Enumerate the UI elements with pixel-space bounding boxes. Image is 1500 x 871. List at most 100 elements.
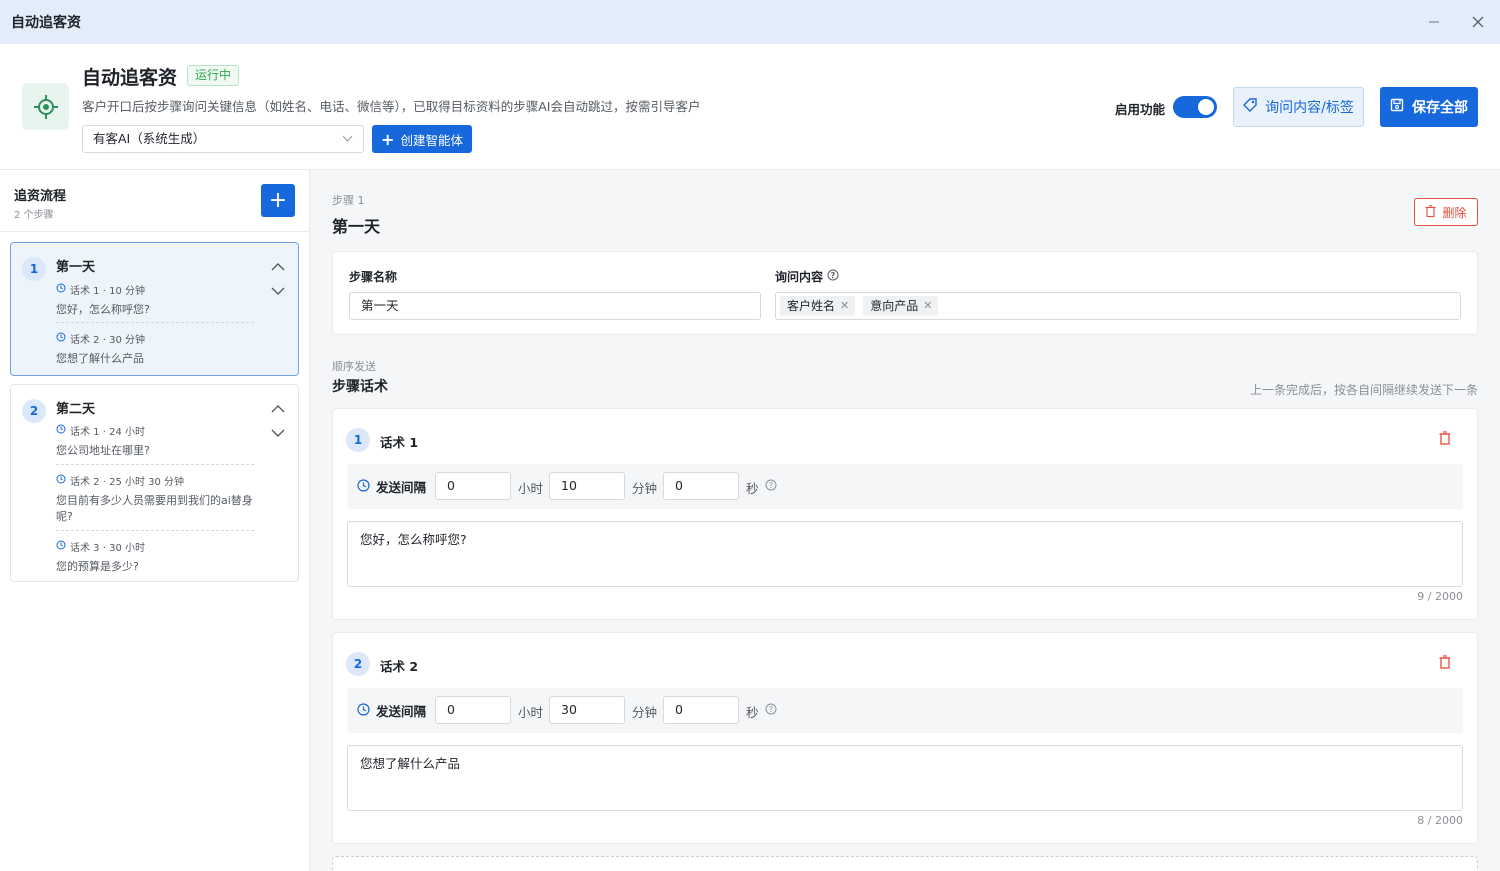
sequence-label: 顺序发送 [332,360,376,373]
sequence-note: 上一条完成后，按各自间隔继续发送下一条 [1249,383,1478,397]
clock-icon [56,540,66,553]
step-settings-panel: 步骤名称 第一天 询问内容 ? 客户姓名 ✕ 意向产品 ✕ [332,251,1478,335]
minutes-input[interactable]: 10 [549,472,625,500]
tag-chip: 客户姓名 ✕ [780,293,856,319]
message-meta: 话术 3 · 30 小时 [70,543,145,554]
trash-icon[interactable] [1439,431,1455,447]
hours-input[interactable]: 0 [435,696,511,724]
step-name: 第二天 [56,402,96,417]
trash-icon [1425,204,1436,220]
window-titlebar: 自动追客资 [0,0,1500,44]
step-message: 话术 1 · 10 分钟 您好，怎么称呼您? [56,282,256,318]
divider [56,464,254,465]
seconds-input[interactable]: 0 [663,696,739,724]
send-interval-bar: 发送间隔 0 小时 30 分钟 0 秒 ? [347,688,1463,733]
clock-icon [56,474,66,487]
tag-icon [1243,98,1257,116]
tag-chip: 意向产品 ✕ [863,293,939,319]
divider [56,322,254,323]
minutes-input[interactable]: 30 [549,696,625,724]
enable-toggle-label: 启用功能 [1115,102,1166,117]
ask-content-tags-button[interactable]: 询问内容/标签 [1233,87,1364,127]
divider [56,530,254,531]
clock-icon [357,478,370,495]
step-editor: 步骤 1 第一天 删除 步骤名称 第一天 询问内容 ? 客户姓名 ✕ 意向产品 ✕ … [310,170,1500,871]
step-message: 话术 3 · 30 小时 您的预算是多少? [56,539,256,575]
page-title: 自动追客资 [82,67,178,89]
chevron-down-icon[interactable] [270,425,286,441]
message-preview: 您想了解什么产品 [56,352,144,365]
svg-text:?: ? [769,705,773,714]
step-message: 话术 1 · 24 小时 您公司地址在哪里? [56,423,256,459]
agent-select[interactable]: 有客AI（系统生成） [82,125,364,153]
message-meta: 话术 1 · 24 小时 [70,427,145,438]
step-message: 话术 2 · 30 分钟 您想了解什么产品 [56,331,256,367]
step-title: 第一天 [332,217,381,236]
ask-content-tags-input[interactable]: 客户姓名 ✕ 意向产品 ✕ [775,292,1461,320]
help-icon[interactable]: ? [827,269,839,284]
target-icon [22,83,69,130]
plus-icon: + [268,188,288,213]
clock-icon [56,283,66,296]
unit-minute: 分钟 [632,481,658,496]
close-icon[interactable] [1466,10,1490,34]
enable-toggle[interactable] [1173,96,1217,118]
page-description: 客户开口后按步骤询问关键信息（如姓名、电话、微信等），已取得目标资料的步骤AI会… [82,99,701,114]
create-agent-button[interactable]: + 创建智能体 [372,125,472,153]
unit-hour: 小时 [518,705,544,720]
step-name-label: 步骤名称 [349,270,398,284]
minimize-icon[interactable] [1422,10,1446,34]
step-card-2[interactable]: 2 第二天 话术 1 · 24 小时 您公司地址在哪里? 话术 2 · 25 小… [10,384,299,582]
script-number: 2 [346,652,370,676]
step-name-input[interactable]: 第一天 [349,292,761,320]
trash-icon[interactable] [1439,655,1455,671]
ask-content-label: 询问内容 ? [775,268,839,285]
script-content-textarea[interactable]: 您想了解什么产品 [347,745,1463,811]
seconds-input[interactable]: 0 [663,472,739,500]
help-icon[interactable]: ? [765,479,777,494]
close-icon[interactable]: ✕ [840,293,849,319]
step-number: 2 [22,399,46,423]
script-card-2: 2 话术 2 发送间隔 0 小时 30 分钟 0 秒 ? 您想了解什么产品 8 … [332,632,1478,844]
agent-select-value: 有客AI（系统生成） [93,131,206,146]
toggle-knob [1198,99,1214,115]
sidebar-step-count: 2 个步骤 [14,210,54,221]
page-header: 自动追客资 运行中 客户开口后按步骤询问关键信息（如姓名、电话、微信等），已取得… [0,44,1500,170]
unit-hour: 小时 [518,481,544,496]
chevron-down-icon[interactable] [270,283,286,299]
unit-second: 秒 [746,705,759,720]
unit-second: 秒 [746,481,759,496]
delete-step-button[interactable]: 删除 [1414,198,1478,226]
add-script-area[interactable] [332,856,1478,871]
clock-icon [56,424,66,437]
message-meta: 话术 1 · 10 分钟 [70,286,145,297]
chevron-up-icon[interactable] [270,401,286,417]
help-icon[interactable]: ? [765,703,777,718]
svg-text:?: ? [769,481,773,490]
ask-content-tags-label: 询问内容/标签 [1265,100,1354,116]
message-preview: 您的预算是多少? [56,560,139,573]
window-title: 自动追客资 [11,15,81,31]
script-card-1: 1 话术 1 发送间隔 0 小时 10 分钟 0 秒 ? 您好，怎么称呼您? 9… [332,408,1478,620]
step-card-1[interactable]: 1 第一天 话术 1 · 10 分钟 您好，怎么称呼您? 话术 2 · 30 分… [10,242,299,376]
step-message: 话术 2 · 25 小时 30 分钟 您目前有多少人员需要用到我们的ai替身呢? [56,473,256,525]
sidebar-title: 追资流程 [14,189,67,204]
save-icon [1390,98,1404,116]
send-interval-label: 发送间隔 [357,477,426,496]
add-step-button[interactable]: + [261,184,295,217]
script-title: 话术 2 [380,659,419,674]
step-number: 1 [22,257,46,281]
clock-icon [56,332,66,345]
message-preview: 您目前有多少人员需要用到我们的ai替身呢? [56,494,253,523]
hours-input[interactable]: 0 [435,472,511,500]
script-number: 1 [346,428,370,452]
chevron-up-icon[interactable] [270,259,286,275]
divider [0,231,309,232]
script-content-textarea[interactable]: 您好，怎么称呼您? [347,521,1463,587]
save-all-button[interactable]: 保存全部 [1380,87,1478,127]
send-interval-label: 发送间隔 [357,701,426,720]
create-agent-label: 创建智能体 [400,132,463,148]
step-name: 第一天 [56,260,96,275]
close-icon[interactable]: ✕ [923,293,932,319]
message-preview: 您好，怎么称呼您? [56,303,150,316]
